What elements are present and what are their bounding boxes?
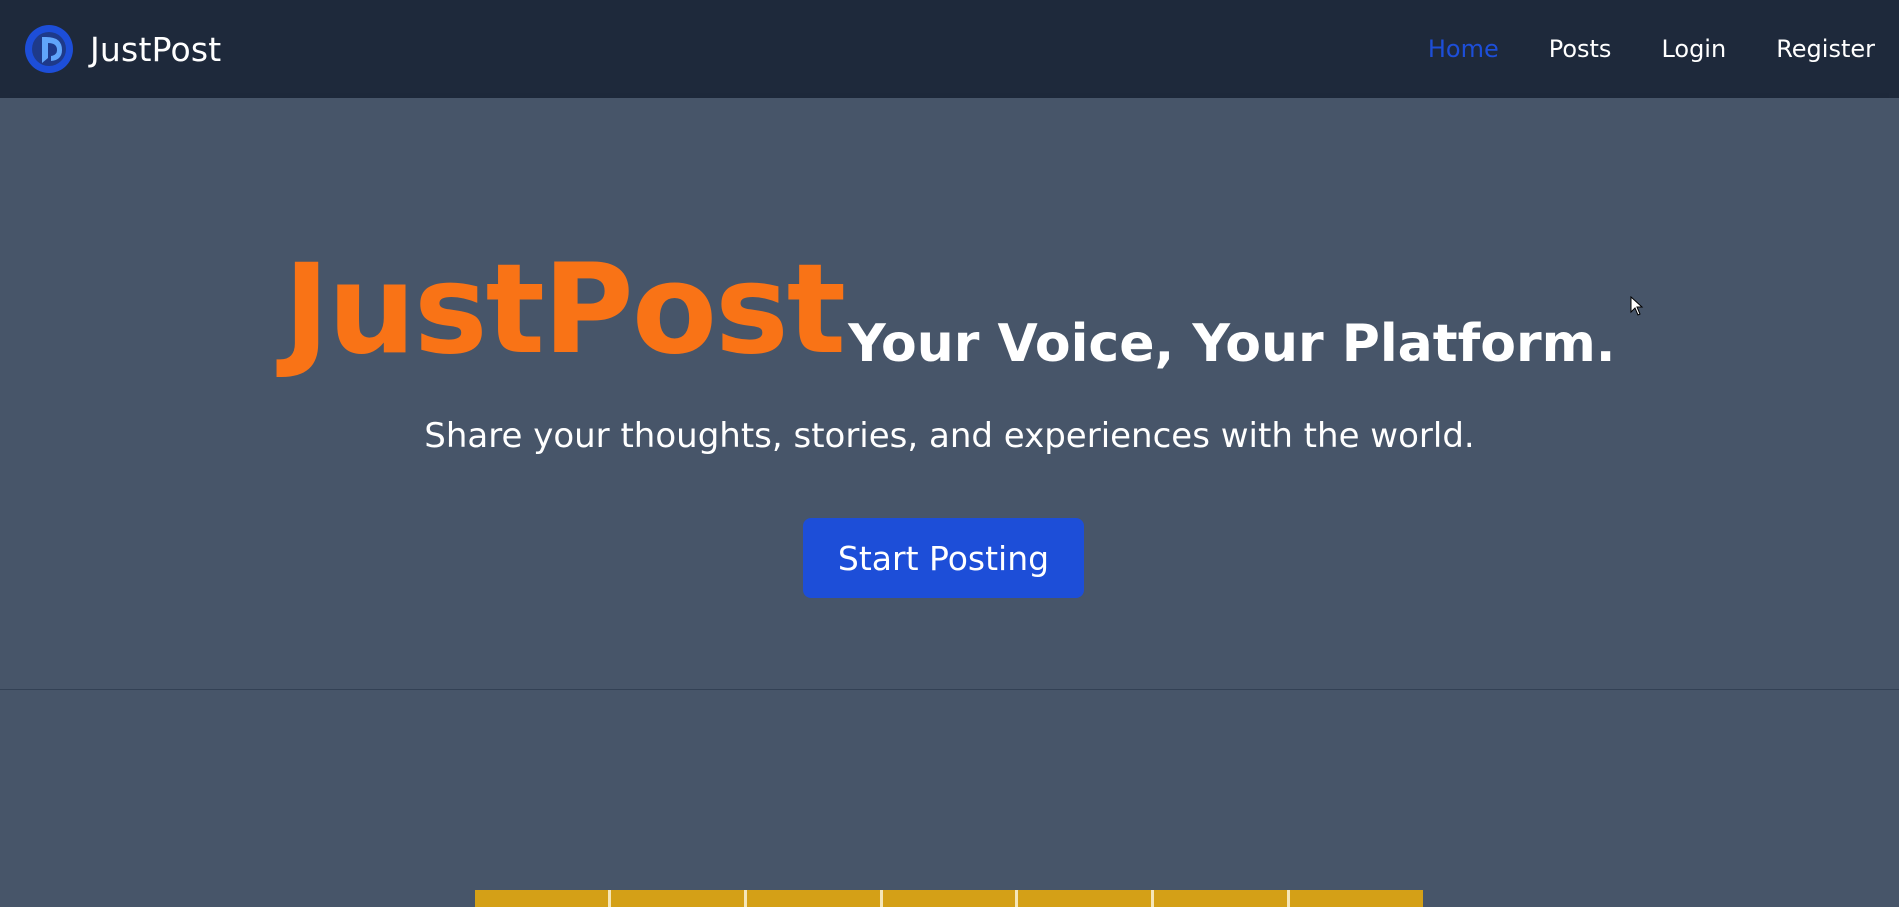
strip-segment — [611, 890, 747, 907]
content-area — [0, 690, 1899, 907]
strip-segment — [475, 890, 611, 907]
strip-segment — [883, 890, 1019, 907]
hero-section: JustPost Your Voice, Your Platform. Shar… — [0, 98, 1899, 690]
top-navbar: JustPost Home Posts Login Register — [0, 0, 1899, 98]
nav-link-home[interactable]: Home — [1428, 35, 1499, 63]
hero-subtitle: Share your thoughts, stories, and experi… — [424, 416, 1475, 456]
start-posting-button[interactable]: Start Posting — [803, 518, 1084, 598]
strip-segment — [1018, 890, 1155, 907]
mouse-cursor-icon — [1630, 296, 1644, 316]
strip-segment — [1154, 890, 1291, 907]
nav-link-register[interactable]: Register — [1776, 35, 1875, 63]
hero-tagline: Your Voice, Your Platform. — [848, 314, 1616, 374]
brand-home-link[interactable]: JustPost — [24, 24, 221, 74]
hero-title: JustPost Your Voice, Your Platform. — [0, 248, 1899, 372]
featured-strip — [475, 890, 1423, 907]
brand-logo-icon — [25, 25, 73, 73]
brand-name: JustPost — [90, 29, 222, 69]
hero-brand-text: JustPost — [283, 238, 846, 382]
nav-links: Home Posts Login Register — [1428, 35, 1875, 63]
nav-link-login[interactable]: Login — [1661, 35, 1726, 63]
nav-link-posts[interactable]: Posts — [1549, 35, 1612, 63]
strip-segment — [747, 890, 883, 907]
strip-segment — [1290, 890, 1423, 907]
